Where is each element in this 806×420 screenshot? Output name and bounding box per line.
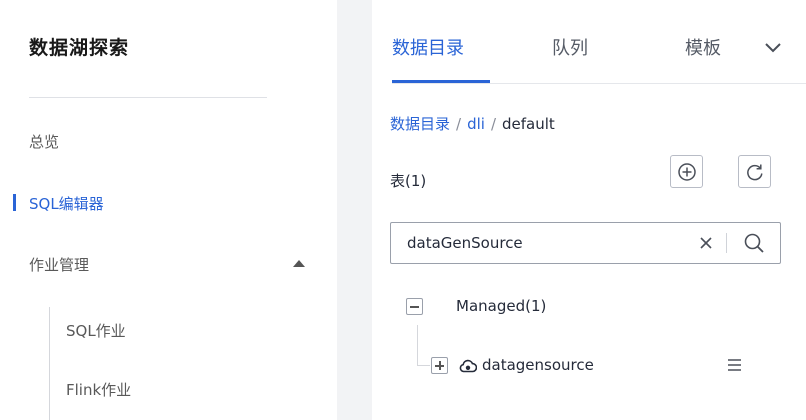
clear-icon[interactable] [697, 234, 715, 252]
caret-up-icon [293, 260, 305, 267]
table-count-label: 表(1) [390, 172, 427, 190]
refresh-icon [747, 164, 763, 181]
sidebar-item-sql-editor[interactable]: SQL编辑器 [29, 193, 104, 214]
search-icon[interactable] [743, 232, 765, 254]
sidebar-subitem-flink-job[interactable]: Flink作业 [66, 379, 131, 400]
menu-icon[interactable] [726, 357, 744, 373]
sidebar: 数据湖探索 总览 SQL编辑器 作业管理 SQL作业 Flink作业 [0, 0, 337, 420]
breadcrumb: 数据目录 / dli / default [390, 113, 555, 134]
add-icon [678, 163, 696, 181]
tree-connector [417, 325, 418, 365]
breadcrumb-current: default [502, 115, 555, 133]
breadcrumb-separator: / [490, 115, 496, 133]
sidebar-item-overview[interactable]: 总览 [29, 131, 59, 152]
tree-group-managed[interactable]: Managed(1) [456, 297, 546, 315]
breadcrumb-separator: / [456, 115, 462, 133]
chevron-down-icon[interactable] [762, 36, 784, 58]
data-catalog-panel: 数据目录 队列 模板 数据目录 / dli / default 表(1) dat… [372, 0, 806, 420]
search-input[interactable] [407, 232, 677, 254]
sidebar-item-job-management[interactable]: 作业管理 [29, 254, 305, 275]
table-search-box [390, 222, 781, 264]
breadcrumb-root[interactable]: 数据目录 [390, 115, 450, 133]
tabs-divider [392, 83, 806, 84]
add-table-button[interactable] [670, 155, 703, 188]
sidebar-subitem-sql-job[interactable]: SQL作业 [66, 320, 126, 341]
tree-table-item[interactable]: datagensource [482, 356, 594, 374]
breadcrumb-catalog[interactable]: dli [467, 115, 485, 133]
sidebar-divider [29, 97, 267, 98]
submenu-guide-line [49, 307, 50, 420]
cloud-table-icon [459, 359, 477, 373]
expand-icon[interactable] [431, 357, 448, 374]
tree-connector [417, 365, 430, 366]
active-indicator [13, 194, 16, 211]
search-divider [726, 233, 727, 253]
panel-gutter [337, 0, 372, 420]
tab-template[interactable]: 模板 [685, 34, 721, 60]
sidebar-item-label: 作业管理 [29, 256, 90, 274]
panel-tabs: 数据目录 队列 模板 [372, 0, 806, 84]
refresh-button[interactable] [738, 155, 771, 188]
tab-data-catalog[interactable]: 数据目录 [392, 34, 464, 60]
app-title: 数据湖探索 [29, 37, 130, 59]
tab-queue[interactable]: 队列 [552, 34, 588, 60]
collapse-icon[interactable] [406, 298, 423, 315]
